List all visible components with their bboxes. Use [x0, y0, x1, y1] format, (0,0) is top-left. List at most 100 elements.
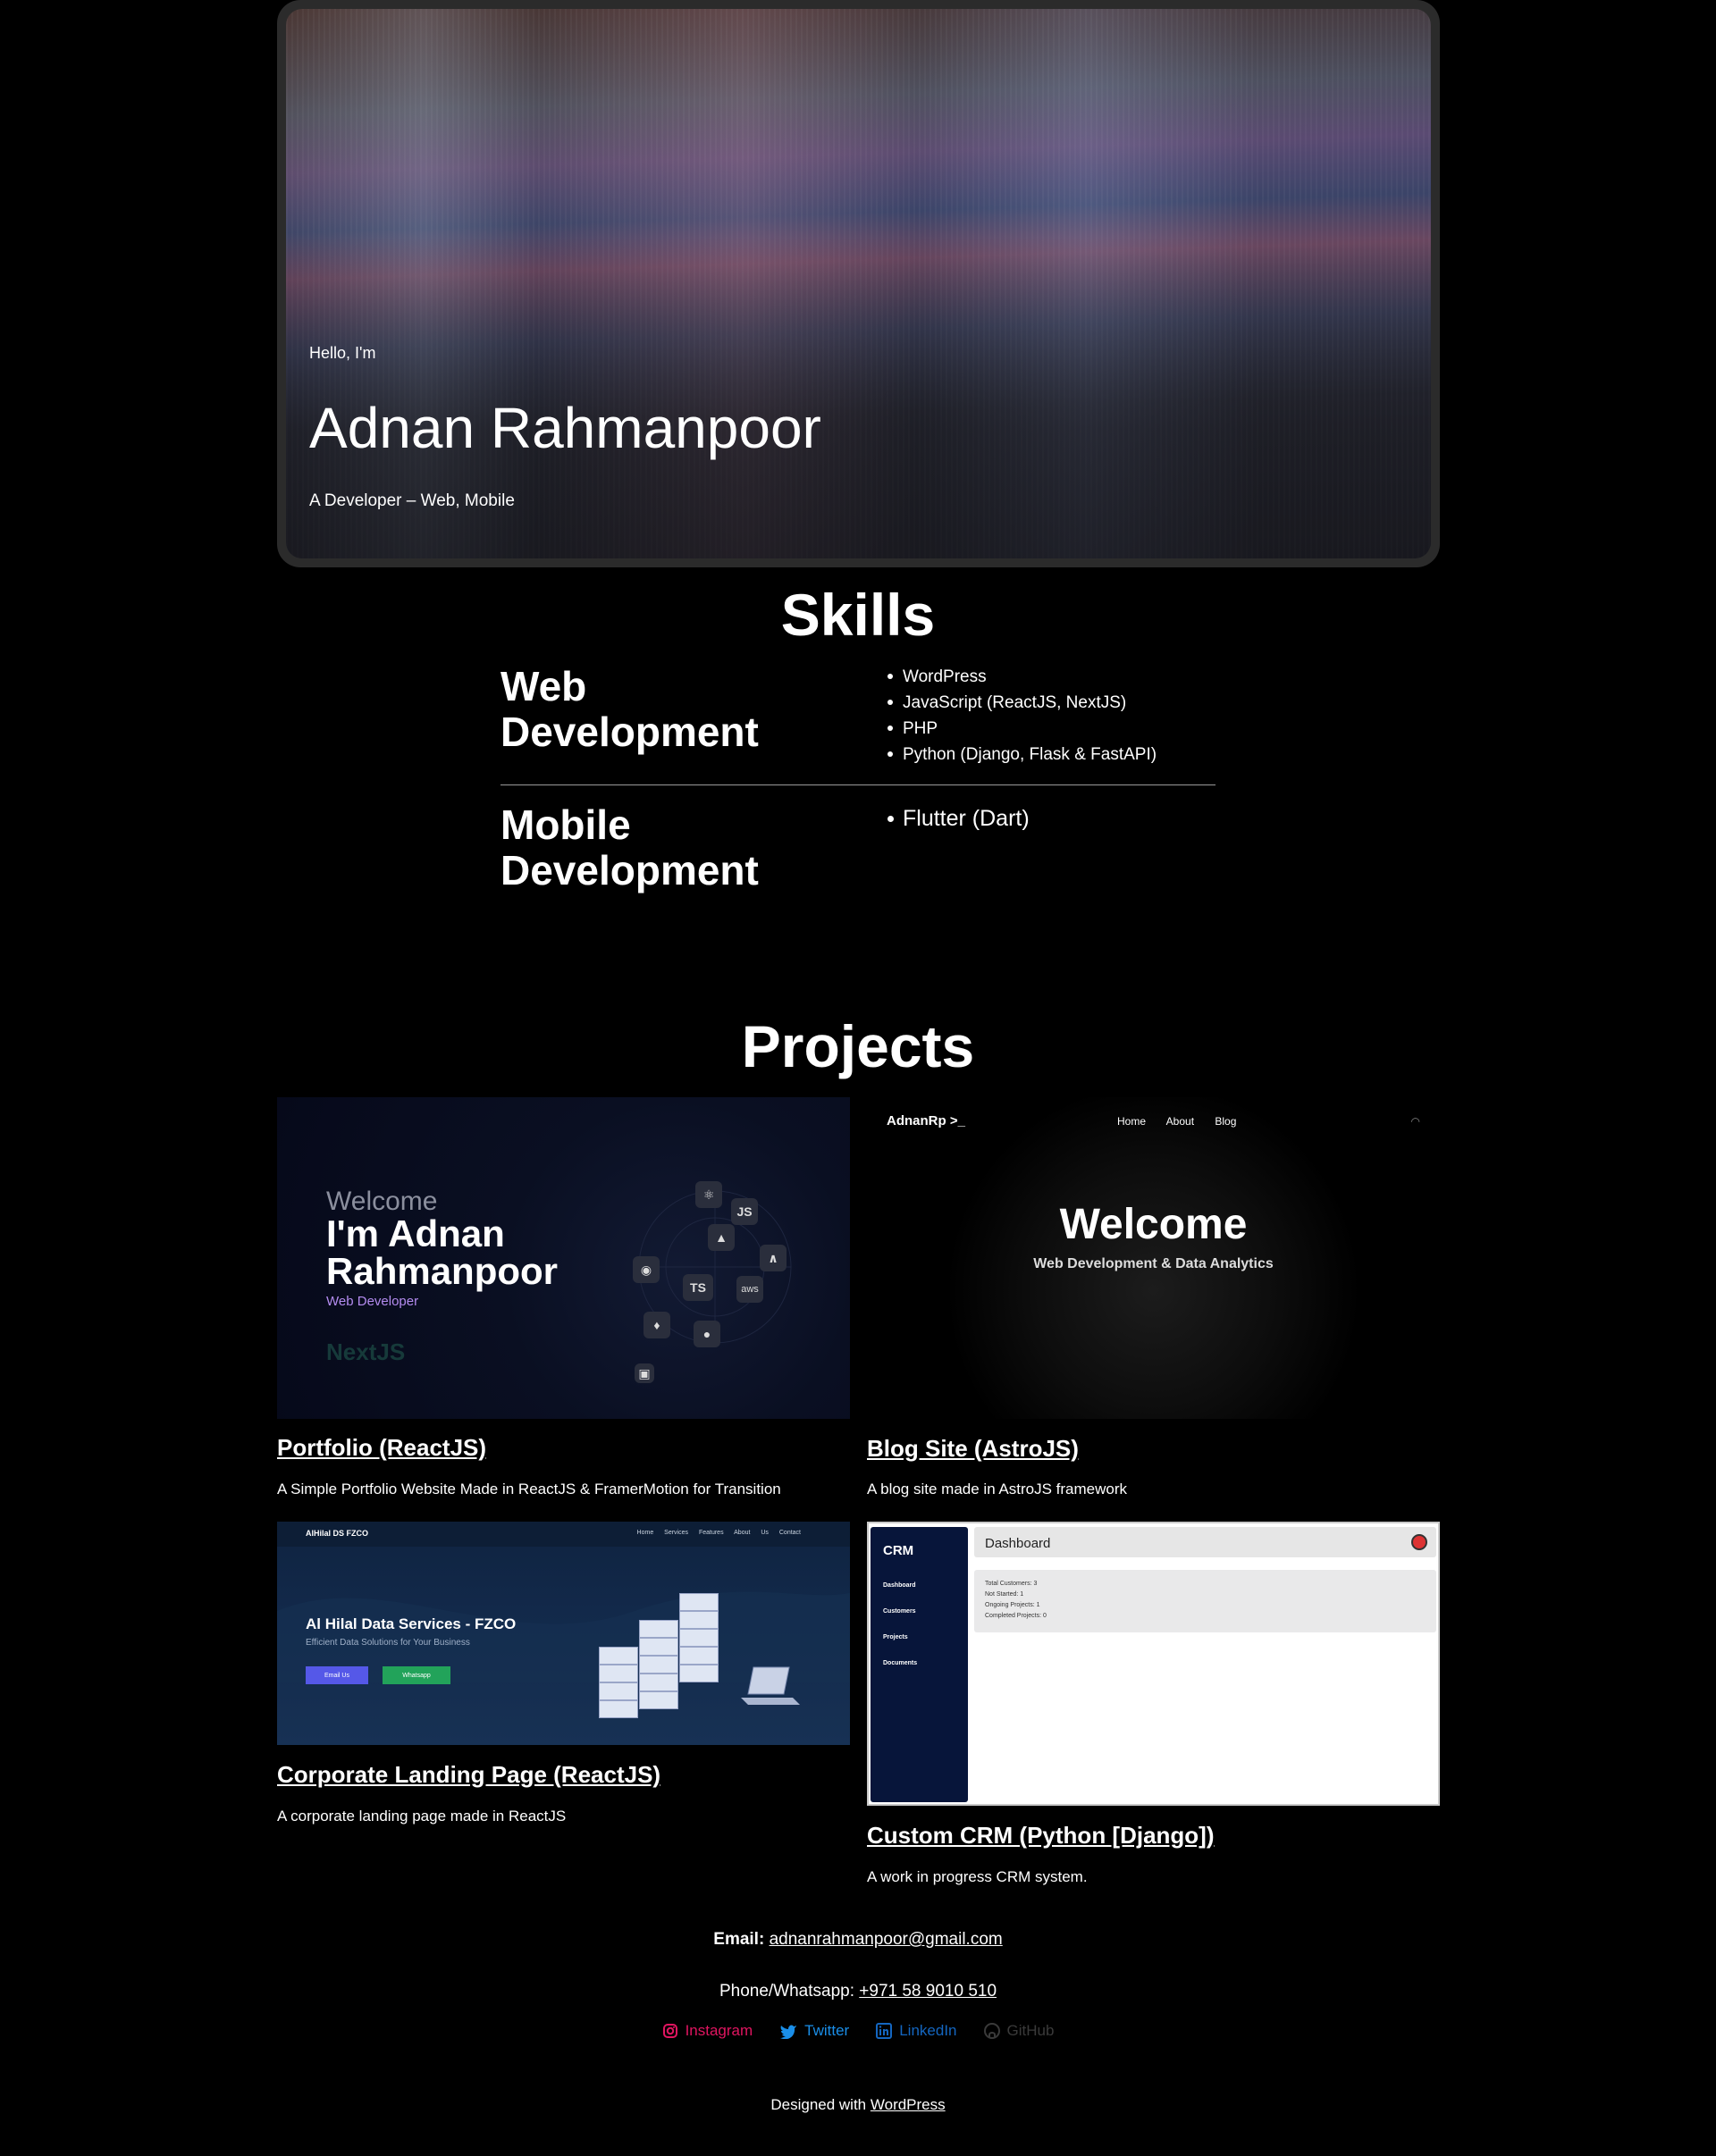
- project-description: A blog site made in AstroJS framework: [867, 1481, 1128, 1497]
- skill-name-line: Development: [500, 847, 759, 893]
- project-description: A work in progress CRM system.: [867, 1868, 1088, 1885]
- screenshot-text: Home About Blog: [1117, 1115, 1237, 1128]
- phone-line: Phone/Whatsapp: +971 58 9010 510: [0, 1982, 1716, 2001]
- project-card-portfolio: Welcome I'm Adnan Rahmanpoor Web Develop…: [277, 1097, 850, 1497]
- project-screenshot[interactable]: Welcome I'm Adnan Rahmanpoor Web Develop…: [277, 1097, 850, 1419]
- screenshot-text: Dashboard: [985, 1536, 1051, 1551]
- screenshot-text: Total Customers: 3: [985, 1581, 1038, 1587]
- footer-text: Designed with: [770, 2096, 867, 2113]
- linkedin-link[interactable]: LinkedIn: [876, 2022, 957, 2040]
- react-icon: ⚛: [695, 1181, 722, 1208]
- skill-item: PHP: [885, 716, 1157, 742]
- typescript-icon: TS: [683, 1274, 713, 1301]
- twitter-icon: [780, 2025, 797, 2039]
- project-screenshot[interactable]: CRM Dashboard Customers Projects Documen…: [867, 1522, 1440, 1806]
- project-screenshot[interactable]: AlHilal DS FZCO Home Services Features A…: [277, 1522, 850, 1745]
- skill-item: WordPress: [885, 664, 1157, 690]
- screenshot-text: AdnanRp >_: [887, 1113, 965, 1128]
- screenshot-text: Completed Projects: 0: [985, 1613, 1047, 1619]
- project-card-blog: AdnanRp >_ Home About Blog ◠ Welcome Web…: [867, 1097, 1440, 1497]
- twitter-label: Twitter: [804, 2022, 850, 2039]
- hero-background-image: Hello, I'm Adnan Rahmanpoor A Developer …: [286, 9, 1431, 558]
- projects-heading: Projects: [741, 1013, 975, 1079]
- screenshot-text: NextJS: [326, 1338, 406, 1365]
- project-card-corporate: AlHilal DS FZCO Home Services Features A…: [277, 1522, 850, 1825]
- footer-wordpress-link[interactable]: WordPress: [871, 2096, 946, 2113]
- skill-item: JavaScript (ReactJS, NextJS): [885, 690, 1157, 716]
- rss-icon: ◠: [1410, 1115, 1420, 1128]
- css-icon: ▣: [635, 1363, 654, 1383]
- avatar: [1411, 1534, 1427, 1550]
- project-title-link[interactable]: Portfolio (ReactJS): [277, 1434, 486, 1462]
- laptop-icon: [741, 1666, 800, 1705]
- screenshot-text: Projects: [883, 1634, 908, 1640]
- screenshot-text: I'm Adnan: [326, 1212, 505, 1254]
- instagram-label: Instagram: [685, 2022, 753, 2039]
- github-icon: [983, 2023, 1000, 2039]
- linkedin-icon: [876, 2023, 893, 2039]
- email-line: Email: adnanrahmanpoor@gmail.com: [0, 1930, 1716, 1950]
- email-label: Email:: [713, 1930, 765, 1949]
- linkedin-label: LinkedIn: [899, 2022, 957, 2039]
- instagram-link[interactable]: Instagram: [662, 2022, 753, 2040]
- github-icon: ●: [694, 1321, 720, 1347]
- footer: Designed with WordPress: [0, 2096, 1716, 2114]
- instagram-icon: [662, 2024, 677, 2038]
- screenshot-text: Home Services Features About Us Contact: [636, 1530, 801, 1536]
- js-icon: JS: [731, 1198, 758, 1225]
- twitter-link[interactable]: Twitter: [779, 2022, 849, 2040]
- skill-list: Flutter (Dart): [885, 803, 1030, 834]
- screenshot-text: CRM: [883, 1543, 914, 1558]
- circle-icon: ◉: [633, 1256, 660, 1283]
- screenshot-text: Dashboard: [883, 1582, 916, 1589]
- hero-name: Adnan Rahmanpoor: [309, 396, 821, 460]
- project-description: A corporate landing page made in ReactJS: [277, 1808, 567, 1825]
- screenshot-text: Whatsapp: [383, 1666, 450, 1684]
- github-link[interactable]: GitHub: [983, 2022, 1055, 2040]
- project-title-link[interactable]: Corporate Landing Page (ReactJS): [277, 1761, 660, 1789]
- project-title-link[interactable]: Blog Site (AstroJS): [867, 1435, 1079, 1463]
- screenshot-text: Rahmanpoor: [326, 1250, 559, 1292]
- aws-icon: aws: [736, 1276, 763, 1303]
- social-links: Instagram Twitter LinkedIn GitHub: [0, 2022, 1716, 2040]
- skill-name-line: Web: [500, 663, 587, 709]
- hero-tagline: A Developer – Web, Mobile: [309, 491, 515, 510]
- skills-heading: Skills: [780, 582, 936, 648]
- firebase-icon: ▲: [708, 1224, 735, 1251]
- email-link[interactable]: adnanrahmanpoor@gmail.com: [770, 1930, 1003, 1949]
- skill-list: WordPress JavaScript (ReactJS, NextJS) P…: [885, 664, 1157, 768]
- project-screenshot[interactable]: AdnanRp >_ Home About Blog ◠ Welcome Web…: [867, 1097, 1440, 1419]
- project-description: A Simple Portfolio Website Made in React…: [277, 1481, 781, 1497]
- screenshot-text: Not Started: 1: [985, 1591, 1024, 1598]
- vercel-icon: ∧: [760, 1245, 786, 1271]
- screenshot-text: Web Developer: [326, 1294, 419, 1309]
- screenshot-text: Customers: [883, 1608, 916, 1615]
- screenshot-text: Documents: [883, 1660, 918, 1666]
- skill-group-name: Web Development: [500, 664, 759, 755]
- crm-stats-card: Total Customers: 3 Not Started: 1 Ongoin…: [974, 1570, 1436, 1632]
- phone-link[interactable]: +971 58 9010 510: [859, 1982, 997, 2001]
- hero-card: Hello, I'm Adnan Rahmanpoor A Developer …: [277, 0, 1440, 567]
- screenshot-text: Ongoing Projects: 1: [985, 1602, 1040, 1608]
- skill-item: Flutter (Dart): [885, 803, 1030, 834]
- screenshot-text: AlHilal DS FZCO: [306, 1529, 369, 1538]
- skill-name-line: Mobile: [500, 801, 631, 848]
- skill-name-line: Development: [500, 709, 759, 755]
- skill-item: Python (Django, Flask & FastAPI): [885, 742, 1157, 768]
- crm-header: Dashboard: [974, 1527, 1436, 1557]
- crm-sidebar: CRM Dashboard Customers Projects Documen…: [871, 1527, 968, 1802]
- screenshot-text: Efficient Data Solutions for Your Busine…: [306, 1638, 470, 1648]
- phone-label: Phone/Whatsapp:: [719, 1982, 854, 2001]
- project-title-link[interactable]: Custom CRM (Python [Django]): [867, 1822, 1215, 1850]
- skills-divider: [500, 784, 1216, 785]
- leaf-icon: ♦: [644, 1312, 670, 1338]
- screenshot-text: Email Us: [306, 1666, 368, 1684]
- hero-greeting: Hello, I'm: [309, 344, 376, 362]
- screenshot-text: I'm Adnan Rahmanpoor: [326, 1215, 558, 1290]
- screenshot-text: Al Hilal Data Services - FZCO: [306, 1615, 517, 1632]
- screenshot-text: Web Development & Data Analytics: [1033, 1256, 1274, 1271]
- github-label: GitHub: [1006, 2022, 1055, 2039]
- screenshot-text: Welcome: [1059, 1201, 1248, 1248]
- project-card-crm: CRM Dashboard Customers Projects Documen…: [867, 1522, 1440, 1885]
- skill-group-name: Mobile Development: [500, 802, 759, 893]
